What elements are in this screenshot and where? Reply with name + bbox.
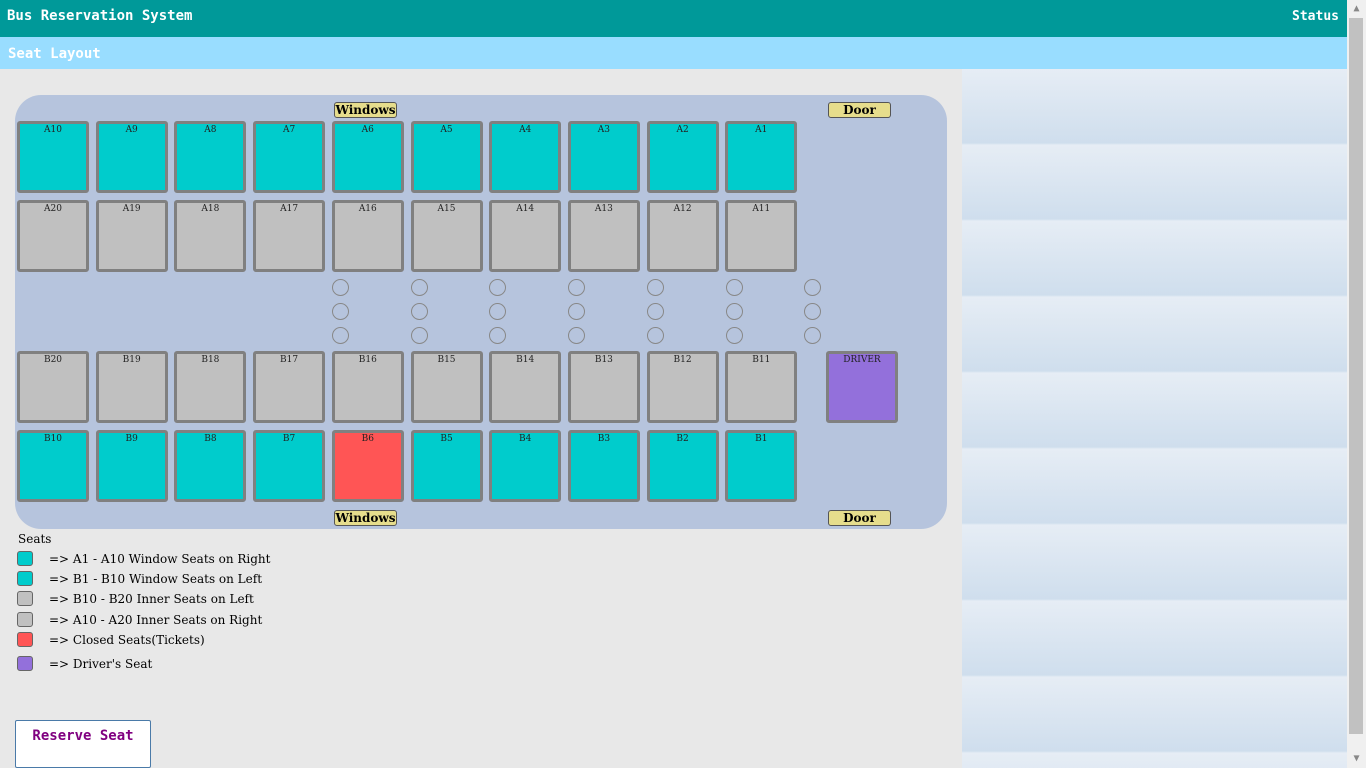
bus-layout: Windows Door Windows Door DRIVER A10 A9 A8… (15, 95, 947, 529)
seat-b8[interactable]: B8 (174, 430, 247, 502)
legend-text: => Driver's Seat (49, 657, 153, 671)
aisle-circle-icon (410, 279, 428, 296)
legend-swatch (17, 656, 33, 671)
seat-b16[interactable]: B16 (331, 351, 404, 423)
seat-a14[interactable]: A14 (489, 200, 562, 272)
seat-a11[interactable]: A11 (725, 200, 798, 272)
seat-a4[interactable]: A4 (489, 121, 562, 193)
legend-text: => B1 - B10 Window Seats on Left (49, 572, 263, 586)
aisle-circle-icon (804, 279, 822, 296)
aisle-circle-icon (332, 327, 349, 344)
seat-b13[interactable]: B13 (567, 351, 640, 423)
aisle-circle-icon (568, 327, 586, 344)
seat-a15[interactable]: A15 (410, 200, 483, 272)
scroll-up-icon[interactable]: ▲ (1347, 0, 1366, 18)
legend-swatch (17, 551, 33, 566)
status-link[interactable]: Status (1292, 9, 1339, 24)
aisle-circle-icon (489, 303, 507, 320)
seat-b20[interactable]: B20 (17, 351, 89, 423)
seat-b9[interactable]: B9 (95, 430, 168, 502)
aisle-circle-icon (410, 327, 428, 344)
section-title: Seat Layout (8, 46, 101, 62)
seat-b12[interactable]: B12 (646, 351, 719, 423)
seat-a18[interactable]: A18 (174, 200, 247, 272)
seat-b17[interactable]: B17 (253, 351, 326, 423)
seat-a6[interactable]: A6 (331, 121, 404, 193)
seat-a13[interactable]: A13 (567, 200, 640, 272)
seat-b5[interactable]: B5 (410, 430, 483, 502)
section-header: Seat Layout (0, 37, 1347, 69)
right-panel (962, 69, 1347, 768)
legend-title: Seats (18, 532, 52, 546)
legend-text: => Closed Seats(Tickets) (49, 633, 205, 647)
seat-a17[interactable]: A17 (253, 200, 326, 272)
seat-a3[interactable]: A3 (567, 121, 640, 193)
aisle-circle-icon (646, 303, 664, 320)
aisle-circle-icon (725, 303, 743, 320)
seat-a12[interactable]: A12 (646, 200, 719, 272)
seat-b19[interactable]: B19 (95, 351, 168, 423)
windows-label-top: Windows (334, 102, 397, 118)
aisle-circle-icon (332, 279, 349, 296)
aisle-circle-icon (568, 303, 586, 320)
seat-b1[interactable]: B1 (725, 430, 798, 502)
scroll-down-icon[interactable]: ▼ (1347, 750, 1366, 768)
aisle-circle-icon (489, 279, 507, 296)
seat-a8[interactable]: A8 (174, 121, 247, 193)
seat-a9[interactable]: A9 (95, 121, 168, 193)
app-title: Bus Reservation System (7, 8, 193, 24)
aisle-circle-icon (725, 279, 743, 296)
seat-b18[interactable]: B18 (174, 351, 247, 423)
seat-b6[interactable]: B6 (331, 430, 404, 502)
aisle-circle-icon (410, 303, 428, 320)
door-label-bottom: Door (828, 510, 891, 526)
windows-label-bottom: Windows (334, 510, 397, 526)
seat-a10[interactable]: A10 (17, 121, 89, 193)
legend-swatch (17, 571, 33, 586)
aisle-circle-icon (332, 303, 349, 320)
legend-text: => B10 - B20 Inner Seats on Left (49, 592, 254, 606)
aisle-circle-icon (804, 303, 822, 320)
aisle-circle-icon (646, 279, 664, 296)
seat-b4[interactable]: B4 (489, 430, 562, 502)
aisle-circle-icon (646, 327, 664, 344)
seat-b14[interactable]: B14 (489, 351, 562, 423)
aisle-circle-icon (804, 327, 822, 344)
seat-b11[interactable]: B11 (725, 351, 798, 423)
seat-a1[interactable]: A1 (725, 121, 798, 193)
scrollbar-thumb[interactable] (1349, 18, 1363, 734)
seat-a19[interactable]: A19 (95, 200, 168, 272)
legend-text: => A1 - A10 Window Seats on Right (49, 552, 271, 566)
seat-b3[interactable]: B3 (567, 430, 640, 502)
seat-a7[interactable]: A7 (253, 121, 326, 193)
door-label-top: Door (828, 102, 891, 118)
aisle-circle-icon (725, 327, 743, 344)
legend-swatch (17, 591, 33, 606)
driver-seat: DRIVER (826, 351, 898, 423)
legend-text: => A10 - A20 Inner Seats on Right (49, 613, 263, 627)
legend-swatch (17, 632, 33, 647)
seat-a5[interactable]: A5 (410, 121, 483, 193)
seat-b10[interactable]: B10 (17, 430, 89, 502)
legend-swatch (17, 612, 33, 627)
top-bar: Bus Reservation System Status (0, 0, 1347, 37)
seat-a20[interactable]: A20 (17, 200, 89, 272)
seat-a2[interactable]: A2 (646, 121, 719, 193)
seat-a16[interactable]: A16 (331, 200, 404, 272)
reserve-seat-button[interactable]: Reserve Seat (15, 720, 151, 768)
seat-b15[interactable]: B15 (410, 351, 483, 423)
aisle-circle-icon (568, 279, 586, 296)
seat-b2[interactable]: B2 (646, 430, 719, 502)
seat-b7[interactable]: B7 (253, 430, 326, 502)
page-scrollbar[interactable]: ▲ ▼ (1347, 0, 1366, 768)
aisle-circle-icon (489, 327, 507, 344)
